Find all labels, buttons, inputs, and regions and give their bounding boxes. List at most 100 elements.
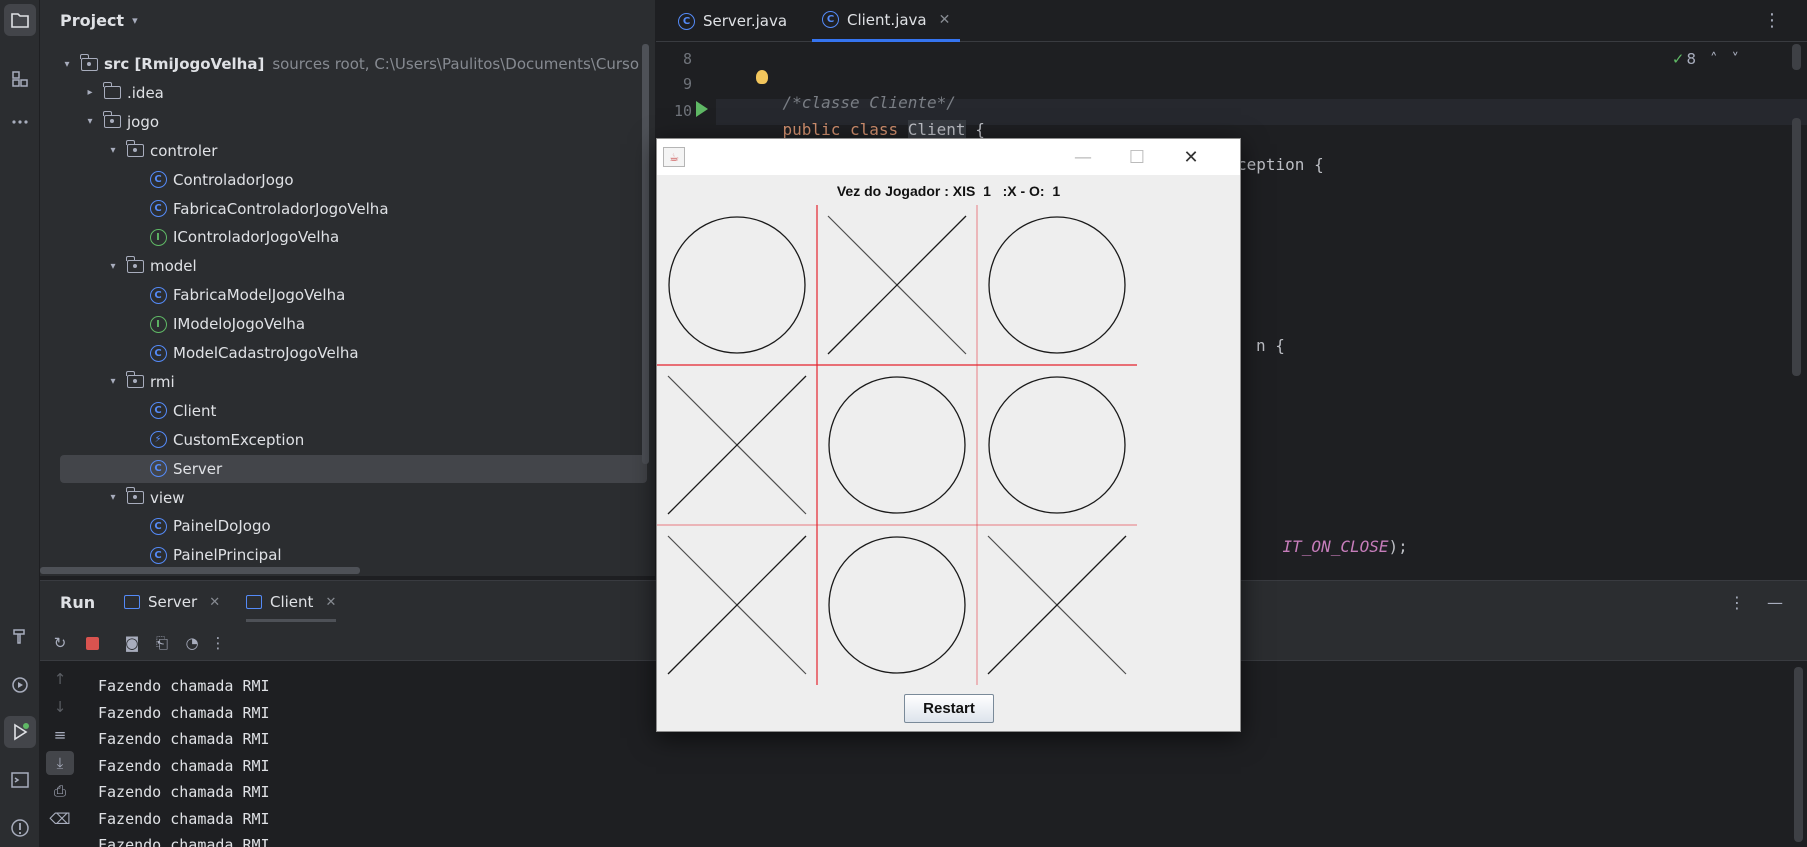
console-output[interactable]: Fazendo chamada RMI Fazendo chamada RMI Fa… [98, 673, 270, 847]
chevron-down-icon[interactable]: ▾ [132, 14, 138, 27]
check-icon: ✓ [1671, 50, 1685, 68]
tree-item-label: IControladorJogoVelha [173, 228, 340, 247]
tree-item-view[interactable]: ▾ view [40, 484, 655, 512]
inspection-count: 8 [1686, 50, 1696, 68]
lightbulb-icon[interactable] [756, 70, 768, 84]
tree-item-rmi[interactable]: ▾ rmi [40, 368, 655, 396]
minimize-icon[interactable]: — [1767, 593, 1783, 612]
code-fragment[interactable]: n { [1256, 336, 1285, 355]
run-tab-server[interactable]: Server ✕ [124, 593, 220, 611]
game-board[interactable] [657, 205, 1240, 693]
run-tab-client[interactable]: Client ✕ [246, 593, 337, 622]
code-fragment[interactable]: ception { [1237, 155, 1324, 174]
tree-item-imodelojogovelha[interactable]: I IModeloJogoVelha [40, 310, 655, 338]
arrow-up-icon[interactable]: ↑ [50, 669, 70, 689]
chevron-down-icon[interactable]: ˅ [1732, 50, 1740, 68]
soft-wrap-icon[interactable]: ≡ [50, 725, 70, 745]
project-header[interactable]: Project ▾ [60, 8, 138, 32]
tree-item-label: .idea [127, 83, 164, 102]
close-tab-icon[interactable]: ✕ [939, 12, 951, 28]
project-panel: Project ▾ ▾ src [RmiJogoVelha] sources roo… [40, 0, 655, 576]
tree-item-painelprincipal[interactable]: C PainelPrincipal [40, 541, 655, 569]
chevron-down-icon[interactable]: ▾ [106, 376, 120, 387]
delete-icon[interactable]: ⌫ [49, 809, 70, 829]
restart-button[interactable]: Restart [904, 694, 994, 723]
package-icon [125, 487, 144, 507]
tree-item-idea[interactable]: ▸ .idea [40, 79, 655, 107]
tree-item-label: Client [173, 401, 217, 420]
tree-item-label: FabricaControladorJogoVelha [173, 199, 389, 218]
print-icon[interactable]: ⎙ [50, 781, 70, 801]
scroll-to-end-icon[interactable]: ⤓ [46, 751, 74, 775]
tree-item-controladorjogo[interactable]: C ControladorJogo [40, 166, 655, 194]
interface-icon: I [149, 315, 167, 333]
tree-item-modelcadastrojogovelha[interactable]: C ModelCadastroJogoVelha [40, 339, 655, 367]
tree-item-client[interactable]: C Client [40, 397, 655, 425]
more-vertical-icon[interactable]: ⋮ [1729, 593, 1745, 612]
class-icon: C [678, 12, 695, 30]
arrow-down-icon[interactable]: ↓ [50, 697, 70, 717]
chevron-right-icon[interactable]: ▸ [83, 87, 97, 98]
chevron-down-icon[interactable]: ▾ [106, 492, 120, 503]
maximize-icon[interactable]: ☐ [1117, 143, 1157, 171]
editor-scrollbar[interactable] [1792, 118, 1801, 376]
build-hammer-icon[interactable] [4, 620, 36, 652]
tab-client-java[interactable]: C Client.java ✕ [812, 0, 961, 42]
tree-item-label: IModeloJogoVelha [173, 315, 306, 334]
console-line: Fazendo chamada RMI [98, 756, 270, 775]
project-vertical-scrollbar[interactable] [642, 44, 649, 464]
chevron-down-icon[interactable]: ▾ [83, 116, 97, 127]
tree-item-fabricacontroladorjogovelha[interactable]: C FabricaControladorJogoVelha [40, 195, 655, 223]
minimize-icon[interactable]: — [1063, 143, 1103, 171]
chevron-down-icon[interactable]: ▾ [60, 59, 74, 70]
exit-icon[interactable]: ⎗ [152, 633, 172, 653]
tree-item-server[interactable]: C Server [60, 454, 647, 483]
run-gutter-icon[interactable] [696, 101, 708, 117]
run-header-actions: ⋮ — [1729, 593, 1783, 612]
tab-server-java[interactable]: C Server.java [670, 0, 795, 42]
close-icon[interactable]: ✕ [1171, 143, 1211, 171]
o-mark [668, 216, 806, 354]
tree-item-paineldojogo[interactable]: C PainelDoJogo [40, 512, 655, 540]
terminal-icon[interactable] [4, 764, 36, 796]
more-vertical-icon[interactable]: ⋮ [208, 633, 228, 653]
more-tools-icon[interactable] [4, 106, 36, 138]
package-icon [125, 140, 144, 160]
tree-item-controler[interactable]: ▾ controler [40, 137, 655, 165]
class-icon: C [149, 546, 167, 564]
o-mark [828, 536, 966, 674]
run-tool-icon[interactable] [4, 716, 36, 748]
chevron-up-icon[interactable]: ˄ [1710, 50, 1718, 68]
tree-item-label: FabricaModelJogoVelha [173, 286, 346, 305]
tree-item-jogo[interactable]: ▾ jogo [40, 108, 655, 136]
app-icon [246, 595, 262, 609]
structure-icon[interactable] [4, 63, 36, 95]
window-titlebar[interactable]: ☕ — ☐ ✕ [657, 139, 1240, 175]
camera-icon[interactable]: ◙ [122, 633, 142, 653]
close-tab-icon[interactable]: ✕ [325, 595, 336, 610]
problems-icon[interactable] [4, 812, 36, 844]
console-scrollbar[interactable] [1794, 667, 1803, 842]
project-horizontal-scrollbar[interactable] [40, 567, 360, 574]
tree-item-src-rmijogovelha[interactable]: ▾ src [RmiJogoVelha] sources root, C:\User… [40, 50, 655, 78]
line-number: 8 [682, 50, 692, 68]
inspection-widget[interactable]: ✓ 8 ˄ ˅ [1672, 50, 1739, 68]
run-side-toolbar: ↑ ↓ ≡ ⤓ ⎙ ⌫ [40, 661, 80, 847]
tree-item-fabricamodeljogovelha[interactable]: C FabricaModelJogoVelha [40, 281, 655, 309]
tic-tac-toe-window: ☕ — ☐ ✕ Vez do Jogador : XIS 1 :X - O: 1… [656, 138, 1241, 732]
more-vertical-icon[interactable]: ⋮ [1763, 10, 1781, 31]
o-mark [988, 376, 1126, 514]
project-folder-icon[interactable] [4, 4, 36, 36]
code-fragment[interactable]: IT_ON_CLOSE); [1244, 518, 1408, 575]
tree-item-label: src [RmiJogoVelha] [104, 55, 265, 73]
chevron-down-icon[interactable]: ▾ [106, 261, 120, 272]
tree-item-model[interactable]: ▾ model [40, 252, 655, 280]
close-tab-icon[interactable]: ✕ [209, 595, 220, 610]
gauge-icon[interactable]: ◔ [182, 633, 202, 653]
chevron-down-icon[interactable]: ▾ [106, 145, 120, 156]
rerun-icon[interactable]: ↻ [50, 633, 70, 653]
stop-icon[interactable] [82, 633, 102, 653]
tree-item-icontroladorjogovelha[interactable]: I IControladorJogoVelha [40, 223, 655, 251]
services-icon[interactable] [4, 669, 36, 701]
tree-item-customexception[interactable]: ⚡ CustomException [40, 426, 655, 454]
